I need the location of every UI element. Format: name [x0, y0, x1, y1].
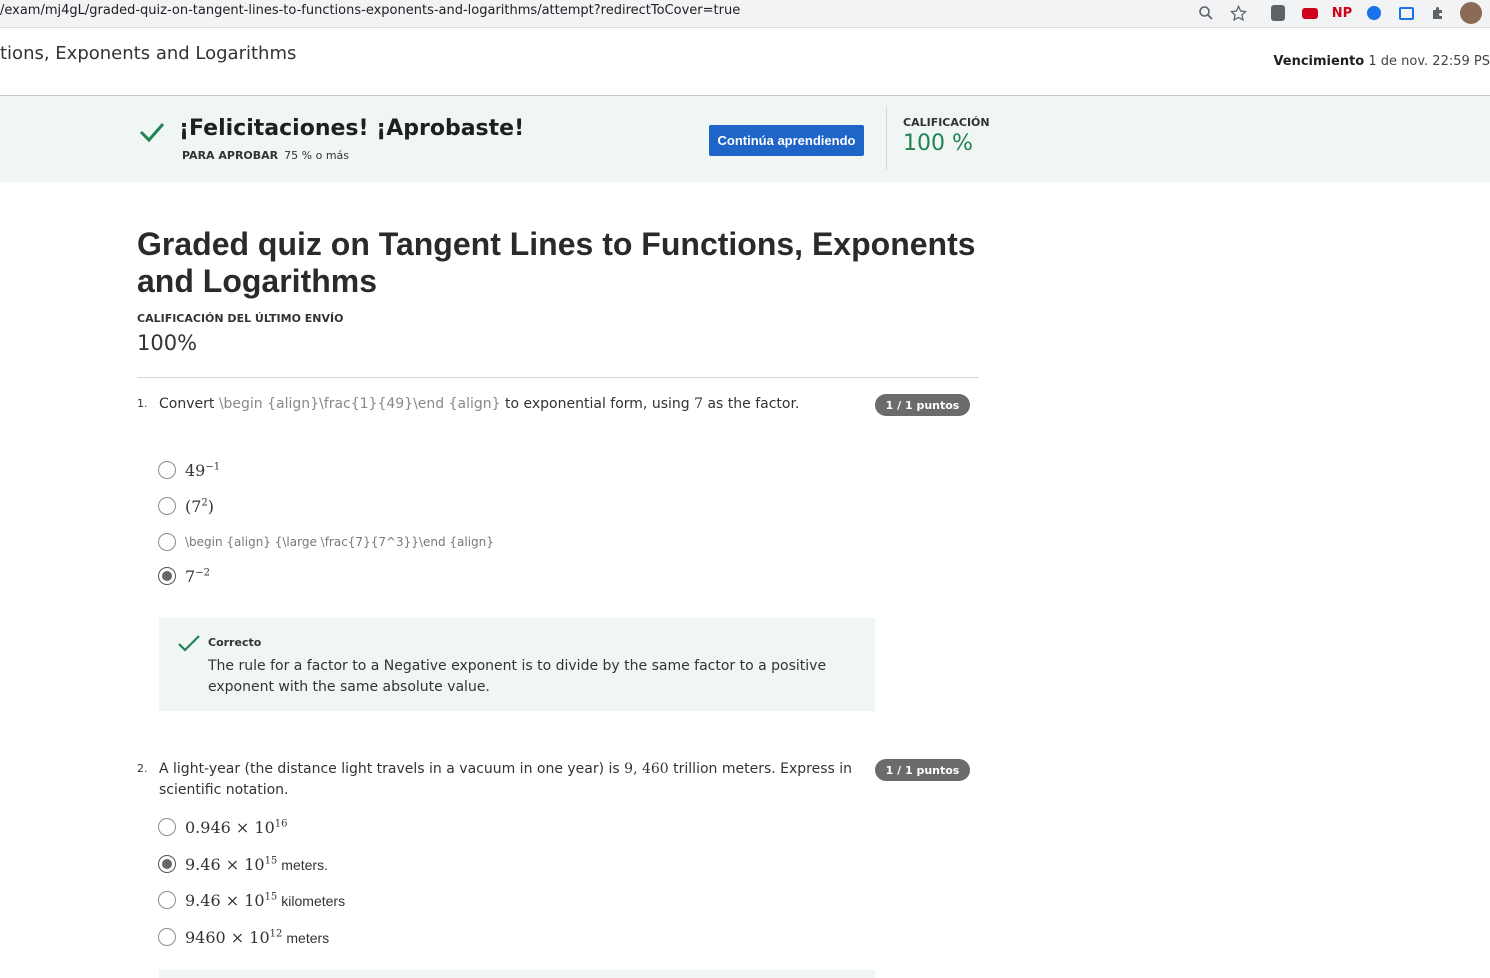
- question-text-part: Convert: [159, 396, 219, 412]
- option-label: 0.946 × 1016: [185, 818, 287, 837]
- answer-option[interactable]: 0.946 × 1016: [158, 815, 287, 839]
- option-unit: meters: [286, 929, 330, 946]
- radio-button-selected[interactable]: [158, 567, 176, 585]
- radio-button[interactable]: [158, 497, 176, 515]
- question-text: A light-year (the distance light travels…: [159, 759, 874, 801]
- extension-np-icon[interactable]: NP: [1332, 3, 1352, 23]
- radio-button[interactable]: [158, 461, 176, 479]
- feedback-title: Correcto: [208, 636, 262, 649]
- option-base: 9.46 × 10: [185, 854, 265, 874]
- option-base: 9460 × 10: [185, 927, 270, 947]
- radio-button[interactable]: [158, 818, 176, 836]
- option-unit: kilometers: [281, 892, 346, 909]
- radio-button[interactable]: [158, 928, 176, 946]
- answer-option[interactable]: \begin {align} {\large \frac{7}{7^3}}\en…: [158, 530, 494, 554]
- radio-button[interactable]: [158, 891, 176, 909]
- option-unit: meters.: [281, 856, 328, 873]
- continue-learning-button[interactable]: Continúa aprendiendo: [709, 125, 864, 156]
- option-exponent: 15: [264, 891, 278, 903]
- last-submission-label: CALIFICACIÓN DEL ÚLTIMO ENVÍO: [137, 312, 344, 325]
- address-bar[interactable]: /exam/mj4gL/graded-quiz-on-tangent-lines…: [0, 3, 740, 18]
- question-math: 9, 460: [624, 761, 669, 777]
- last-submission-value: 100%: [137, 331, 198, 355]
- answer-option-selected[interactable]: 7−2: [158, 564, 210, 588]
- points-badge: 1 / 1 puntos: [875, 394, 970, 416]
- answer-option-selected[interactable]: 9.46 × 1015 meters.: [158, 852, 328, 876]
- due-label: Vencimiento: [1273, 54, 1365, 69]
- option-exponent: −1: [205, 461, 221, 473]
- grade-label: CALIFICACIÓN: [903, 116, 990, 129]
- due-value: 1 de nov. 22:59 PS: [1368, 54, 1490, 69]
- option-exponent: 16: [274, 818, 288, 830]
- browser-actions: NP: [1184, 2, 1490, 24]
- option-base: 9.46 × 10: [185, 890, 265, 910]
- option-label: 7−2: [185, 567, 210, 586]
- extensions-puzzle-icon[interactable]: [1428, 3, 1448, 23]
- feedback-box: [159, 970, 875, 978]
- option-label: 9.46 × 1015 kilometers: [185, 891, 345, 910]
- pass-label: PARA APROBAR: [182, 149, 279, 162]
- option-exponent: −2: [195, 567, 210, 579]
- answer-option[interactable]: 9460 × 1012 meters: [158, 925, 329, 949]
- extension-red-icon[interactable]: [1300, 3, 1320, 23]
- question-text-part: as the factor.: [703, 396, 800, 412]
- option-latex-raw: \begin {align} {\large \frac{7}{7^3}}\en…: [185, 535, 494, 549]
- app-header: tions, Exponents and Logarithms Vencimie…: [0, 29, 1490, 96]
- option-base: 0.946 × 10: [185, 817, 275, 837]
- points-badge: 1 / 1 puntos: [875, 759, 970, 781]
- bookmark-star-icon[interactable]: [1228, 3, 1248, 23]
- congrats-title: ¡Felicitaciones! ¡Aprobaste!: [179, 116, 525, 141]
- pass-requirement: PARA APROBAR 75 % o más: [182, 149, 349, 162]
- pass-value: 75 % o más: [284, 149, 350, 162]
- option-base: (7: [185, 496, 202, 516]
- extension-translate-icon[interactable]: [1396, 3, 1416, 23]
- zoom-icon[interactable]: [1196, 3, 1216, 23]
- question-number: 1.: [137, 397, 148, 410]
- extension-shield-icon[interactable]: [1268, 3, 1288, 23]
- option-exponent: 12: [269, 928, 283, 940]
- option-label: 9.46 × 1015 meters.: [185, 855, 328, 874]
- option-base: 7: [185, 566, 196, 586]
- answer-option[interactable]: (72): [158, 494, 214, 518]
- question-text-part: A light-year (the distance light travels…: [159, 761, 625, 777]
- course-title: tions, Exponents and Logarithms: [0, 43, 297, 64]
- correct-check-icon: [178, 635, 200, 652]
- option-label: (72): [185, 497, 214, 516]
- question-text: Convert \begin {align}\frac{1}{49}\end {…: [159, 394, 869, 415]
- radio-button-selected[interactable]: [158, 855, 176, 873]
- feedback-text: The rule for a factor to a Negative expo…: [208, 658, 827, 695]
- extension-check-icon[interactable]: [1364, 3, 1384, 23]
- question-text-part: to exponential form, using: [500, 396, 695, 412]
- answer-option[interactable]: 9.46 × 1015 kilometers: [158, 888, 345, 912]
- grade-value: 100 %: [903, 131, 973, 156]
- option-base: 49: [185, 460, 206, 480]
- option-exponent: 15: [264, 855, 278, 867]
- profile-avatar[interactable]: [1460, 2, 1482, 24]
- question-math: 7: [694, 396, 704, 412]
- option-label: 9460 × 1012 meters: [185, 928, 329, 947]
- due-date: Vencimiento 1 de nov. 22:59 PS: [1273, 54, 1490, 69]
- browser-toolbar: /exam/mj4gL/graded-quiz-on-tangent-lines…: [0, 0, 1490, 28]
- page-title: Graded quiz on Tangent Lines to Function…: [137, 226, 976, 299]
- option-label: 49−1: [185, 461, 220, 480]
- check-icon: [139, 123, 165, 143]
- divider: [137, 377, 979, 378]
- question-latex-raw: \begin {align}\frac{1}{49}\end {align}: [218, 396, 501, 412]
- radio-button[interactable]: [158, 533, 176, 551]
- question-number: 2.: [137, 762, 148, 775]
- option-tail: ): [207, 496, 215, 516]
- answer-option[interactable]: 49−1: [158, 458, 220, 482]
- banner-divider: [886, 107, 887, 170]
